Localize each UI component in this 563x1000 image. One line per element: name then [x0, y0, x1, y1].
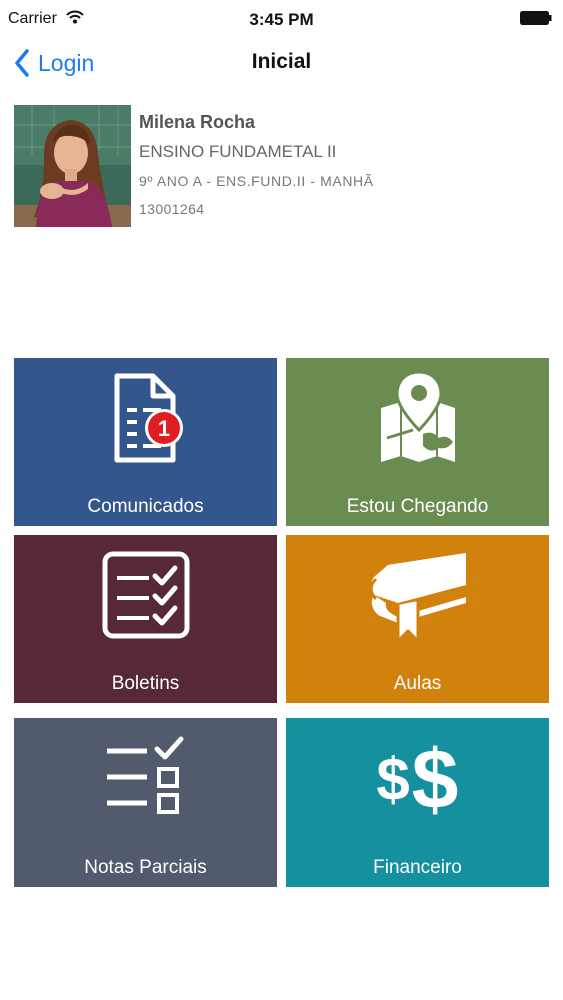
tile-label: Boletins	[111, 673, 180, 694]
tile-comunicados[interactable]: 1 Comunicados	[14, 358, 277, 526]
tile-financeiro[interactable]: $ $ Financeiro	[286, 718, 549, 887]
checklist-icon	[14, 535, 277, 655]
tile-aulas[interactable]: Aulas	[286, 535, 549, 703]
tile-notas-parciais[interactable]: Notas Parciais	[14, 718, 277, 887]
badge-count: 1	[157, 416, 169, 441]
svg-text:$: $	[376, 746, 409, 813]
school-level: ENSINO FUNDAMETAL II	[139, 142, 337, 161]
svg-text:$: $	[411, 732, 458, 826]
tile-label: Financeiro	[373, 857, 462, 878]
tile-estou-chegando[interactable]: Estou Chegando	[286, 358, 549, 526]
student-id: 13001264	[139, 201, 205, 217]
class-info: 9º ANO A - ENS.FUND.II - MANHÃ	[139, 173, 374, 189]
tile-boletins[interactable]: Boletins	[14, 535, 277, 703]
book-icon	[286, 535, 549, 655]
battery-icon	[520, 11, 552, 25]
tile-label: Comunicados	[87, 496, 204, 517]
student-profile: Milena Rocha ENSINO FUNDAMETAL II 9º ANO…	[14, 105, 554, 230]
map-pin-icon	[286, 358, 549, 478]
student-name: Milena Rocha	[139, 112, 256, 132]
clock: 3:45 PM	[249, 10, 314, 29]
status-bar: Carrier 3:45 PM	[0, 0, 563, 36]
partial-grades-icon	[14, 718, 277, 838]
tile-label: Notas Parciais	[84, 857, 207, 878]
tile-label: Estou Chegando	[346, 496, 489, 517]
avatar	[14, 105, 131, 227]
profile-info: Milena Rocha ENSINO FUNDAMETAL II 9º ANO…	[139, 111, 374, 218]
dollar-icon: $ $	[286, 718, 549, 838]
tile-label: Aulas	[393, 673, 442, 694]
document-icon: 1	[14, 358, 277, 478]
page-title: Inicial	[251, 50, 312, 73]
navigation-bar: Login Inicial	[0, 36, 563, 92]
